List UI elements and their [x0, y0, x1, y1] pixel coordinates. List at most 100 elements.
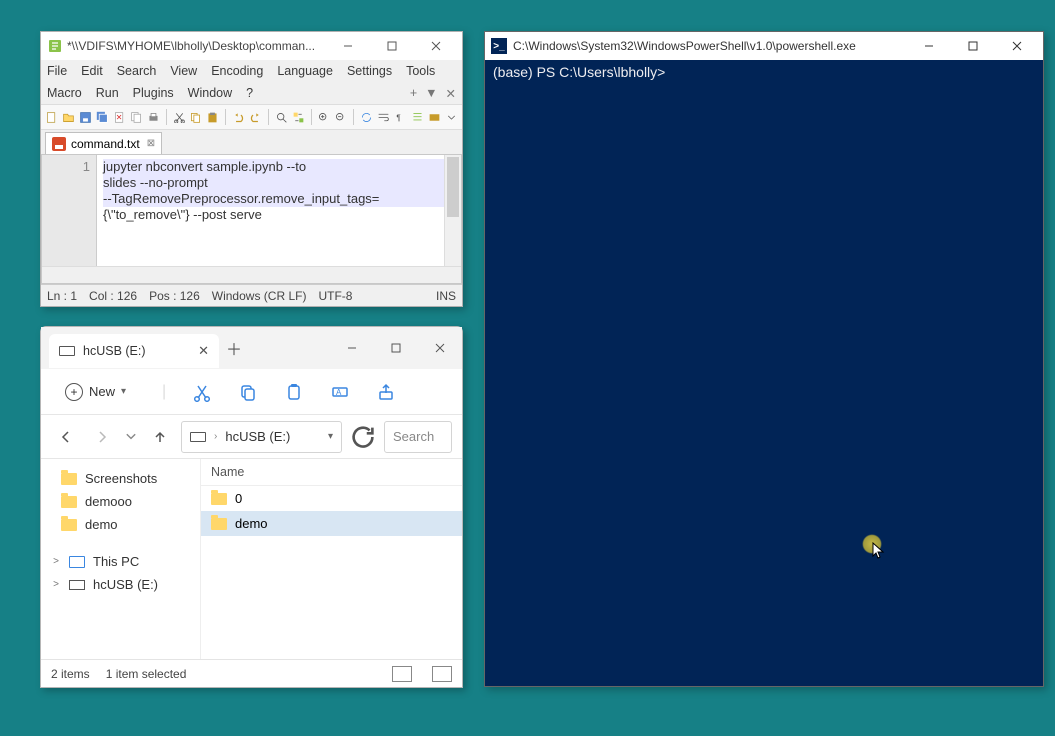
save-all-icon[interactable] [96, 108, 109, 126]
large-icons-view-button[interactable] [432, 666, 452, 682]
terminal-body[interactable]: (base) PS C:\Users\lbholly> [485, 60, 1043, 85]
replace-icon[interactable] [292, 108, 305, 126]
minimize-button[interactable] [330, 333, 374, 363]
titlebar[interactable]: >_ C:\Windows\System32\WindowsPowerShell… [485, 32, 1043, 60]
maximize-button[interactable] [951, 33, 995, 59]
cut-icon[interactable] [192, 382, 212, 402]
minimize-button[interactable] [907, 33, 951, 59]
notepadpp-window: *\\VDIFS\MYHOME\lbholly\Desktop\comman..… [40, 31, 463, 307]
toolbar: ¶ [41, 104, 462, 130]
rename-icon[interactable]: A [330, 382, 350, 402]
explorer-tab[interactable]: hcUSB (E:) ✕ [49, 334, 219, 368]
close-file-icon[interactable] [113, 108, 126, 126]
menu-encoding[interactable]: Encoding [211, 64, 263, 78]
zoom-in-icon[interactable] [317, 108, 330, 126]
tab-close-icon[interactable]: ⊠ [147, 138, 155, 149]
list-item[interactable]: demo [201, 511, 462, 536]
tree-folder[interactable]: Screenshots [41, 467, 200, 490]
copy-icon[interactable] [189, 108, 202, 126]
details-view-button[interactable] [392, 666, 412, 682]
new-file-icon[interactable] [45, 108, 58, 126]
close-button[interactable] [995, 33, 1039, 59]
minimize-button[interactable] [326, 33, 370, 59]
menu-dropdown[interactable]: ▼ [425, 86, 437, 101]
chevron-down-icon[interactable]: ▾ [328, 431, 333, 442]
paste-icon[interactable] [206, 108, 219, 126]
menu-run[interactable]: Run [96, 86, 119, 100]
status-eol: Windows (CR LF) [212, 289, 307, 303]
statusbar: 2 items 1 item selected [41, 659, 462, 687]
menu-window[interactable]: Window [188, 86, 232, 100]
command-bar: + New ▾ | A [41, 369, 462, 415]
menu-plugins[interactable]: Plugins [133, 86, 174, 100]
editor[interactable]: 1 jupyter nbconvert sample.ipynb --tosli… [41, 154, 462, 284]
column-header-name[interactable]: Name [201, 459, 462, 486]
new-button[interactable]: + New ▾ [55, 378, 136, 406]
address-bar[interactable]: › hcUSB (E:) ▾ [181, 421, 342, 453]
more-icon[interactable] [445, 108, 458, 126]
fold-icon[interactable] [428, 108, 441, 126]
document-tab-active[interactable]: command.txt ⊠ [45, 132, 162, 154]
menu-search[interactable]: Search [117, 64, 157, 78]
refresh-button[interactable] [348, 422, 378, 452]
print-icon[interactable] [147, 108, 160, 126]
tree-folder[interactable]: demo [41, 513, 200, 536]
paste-icon[interactable] [284, 382, 304, 402]
file-list[interactable]: Name 0 demo [201, 459, 462, 659]
show-all-icon[interactable]: ¶ [394, 108, 407, 126]
tab-label: hcUSB (E:) [83, 344, 146, 358]
tree-this-pc[interactable]: >This PC [41, 550, 200, 573]
redo-icon[interactable] [249, 108, 262, 126]
maximize-button[interactable] [370, 33, 414, 59]
menu-help[interactable]: ? [246, 86, 253, 100]
cut-icon[interactable] [173, 108, 186, 126]
save-icon[interactable] [79, 108, 92, 126]
recent-dropdown[interactable] [123, 422, 139, 452]
close-button[interactable] [414, 33, 458, 59]
expand-icon[interactable]: > [51, 556, 61, 567]
powershell-window: >_ C:\Windows\System32\WindowsPowerShell… [484, 31, 1044, 687]
tree-folder[interactable]: demooo [41, 490, 200, 513]
menu-plus[interactable]: + [410, 86, 417, 101]
menu-language[interactable]: Language [277, 64, 333, 78]
search-input[interactable]: Search [384, 421, 452, 453]
maximize-button[interactable] [374, 333, 418, 363]
menu-settings[interactable]: Settings [347, 64, 392, 78]
find-icon[interactable] [275, 108, 288, 126]
menu-close[interactable]: ✕ [446, 86, 456, 101]
menu-view[interactable]: View [170, 64, 197, 78]
forward-button[interactable] [87, 422, 117, 452]
scrollbar-vertical[interactable] [444, 155, 461, 266]
close-button[interactable] [418, 333, 462, 363]
tab-close-icon[interactable]: ✕ [198, 343, 209, 359]
nav-tree[interactable]: Screenshots demooo demo >This PC >hcUSB … [41, 459, 201, 659]
explorer-window: hcUSB (E:) ✕ ＋ + New ▾ | A › hcUSB (E [40, 326, 463, 688]
share-icon[interactable] [376, 382, 396, 402]
titlebar[interactable]: *\\VDIFS\MYHOME\lbholly\Desktop\comman..… [41, 32, 462, 60]
menu-edit[interactable]: Edit [81, 64, 103, 78]
menu-macro[interactable]: Macro [47, 86, 82, 100]
selection-count: 1 item selected [106, 667, 187, 681]
menu-file[interactable]: File [47, 64, 67, 78]
titlebar[interactable]: hcUSB (E:) ✕ ＋ [41, 327, 462, 369]
tree-drive[interactable]: >hcUSB (E:) [41, 573, 200, 596]
close-all-icon[interactable] [130, 108, 143, 126]
indent-icon[interactable] [411, 108, 424, 126]
copy-icon[interactable] [238, 382, 258, 402]
chevron-down-icon: ▾ [121, 386, 126, 397]
expand-icon[interactable]: > [51, 579, 61, 590]
open-file-icon[interactable] [62, 108, 75, 126]
scrollbar-horizontal[interactable] [42, 266, 461, 283]
list-item[interactable]: 0 [201, 486, 462, 511]
sync-icon[interactable] [360, 108, 373, 126]
back-button[interactable] [51, 422, 81, 452]
undo-icon[interactable] [232, 108, 245, 126]
zoom-out-icon[interactable] [334, 108, 347, 126]
item-count: 2 items [51, 667, 90, 681]
breadcrumb[interactable]: hcUSB (E:) [225, 429, 290, 444]
new-tab-button[interactable]: ＋ [219, 333, 249, 363]
up-button[interactable] [145, 422, 175, 452]
menu-tools[interactable]: Tools [406, 64, 435, 78]
code-area[interactable]: jupyter nbconvert sample.ipynb --toslide… [97, 155, 461, 283]
wrap-icon[interactable] [377, 108, 390, 126]
